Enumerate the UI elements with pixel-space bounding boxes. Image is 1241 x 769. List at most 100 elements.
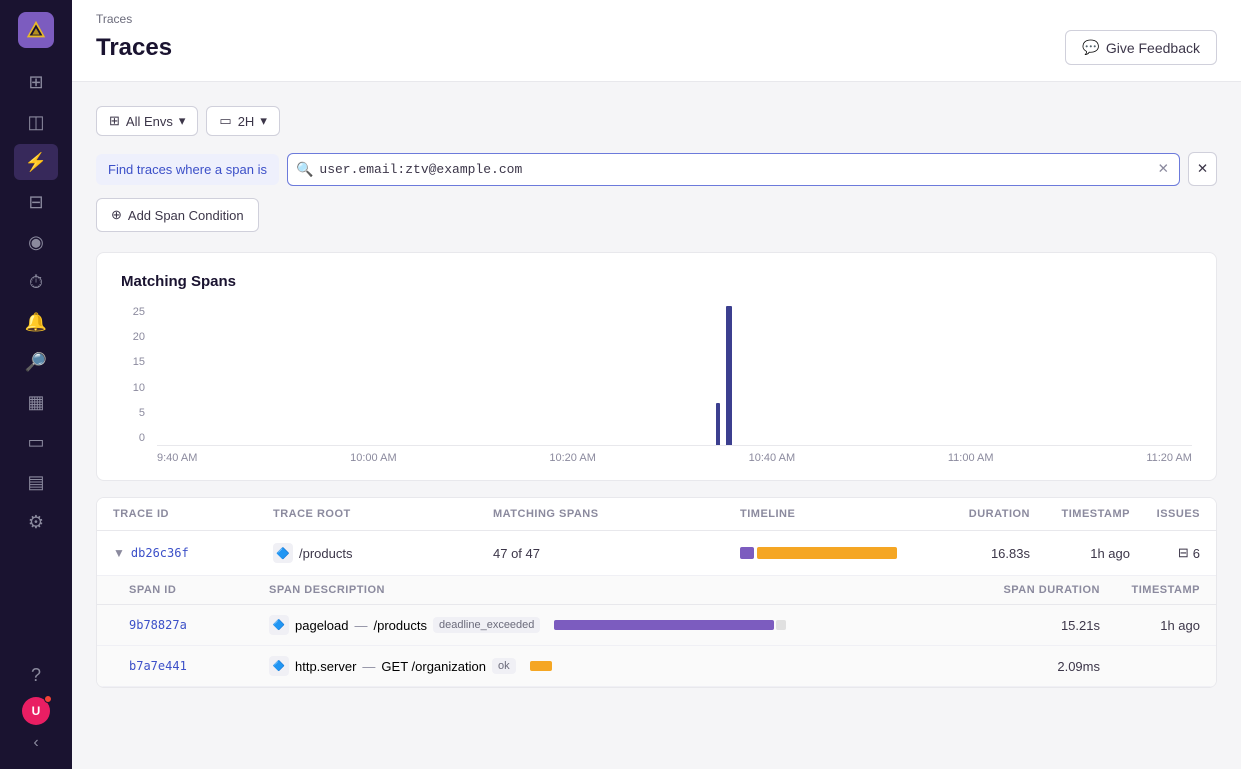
chart-bar-spike [726, 306, 732, 445]
table-header: TRACE ID TRACE ROOT MATCHING SPANS TIMEL… [97, 498, 1216, 531]
span-row: 9b78827a 🔷 pageload — /products deadline… [97, 605, 1216, 646]
avatar-badge [44, 695, 52, 703]
span-root-icon: 🔷 [269, 615, 289, 635]
search-row: Find traces where a span is 🔍 ✕ ✕ [96, 152, 1217, 186]
col-timeline: TIMELINE [740, 508, 940, 520]
search-label: Find traces where a span is [96, 154, 279, 185]
add-span-condition-button[interactable]: ⊕ Add Span Condition [96, 198, 259, 232]
col-trace-root: TRACE ROOT [273, 508, 493, 520]
header-row: Traces 💬 Give Feedback [96, 30, 1217, 65]
y-label-25: 25 [133, 306, 145, 318]
y-label-10: 10 [133, 382, 145, 394]
chevron-down-icon[interactable]: ▼ [113, 546, 125, 560]
search-close-button[interactable]: ✕ [1188, 152, 1217, 186]
sidebar-item-insights[interactable]: 🔎 [14, 344, 58, 380]
issues-icon: ⊟ [1178, 545, 1189, 561]
chart-y-axis: 25 20 15 10 5 0 [121, 306, 145, 464]
span-type: pageload [295, 618, 349, 633]
sidebar-item-settings[interactable]: ⚙ [14, 504, 58, 540]
span-type: http.server [295, 659, 356, 674]
content-area: ⊞ All Envs ▾ ▭ 2H ▾ Find traces where a … [72, 82, 1241, 769]
trace-root-name: /products [299, 546, 352, 561]
col-issues: ISSUES [1130, 508, 1200, 520]
search-input[interactable] [319, 154, 1149, 185]
feedback-label: Give Feedback [1106, 40, 1200, 56]
span-col-timestamp: TIMESTAMP [1100, 584, 1200, 596]
span-timestamp-cell: 1h ago [1100, 618, 1200, 633]
add-condition-label: Add Span Condition [128, 208, 244, 223]
logo[interactable] [18, 12, 54, 48]
span-col-duration: SPAN DURATION [980, 584, 1100, 596]
search-clear-button[interactable]: ✕ [1156, 159, 1171, 179]
chevron-down-icon: ▾ [179, 113, 186, 129]
sidebar-item-performance[interactable]: ⊟ [14, 184, 58, 220]
span-sep: — [355, 618, 368, 633]
trace-id-cell: ▼ db26c36f [113, 546, 273, 560]
env-filter-button[interactable]: ⊞ All Envs ▾ [96, 106, 198, 136]
span-id-link[interactable]: b7a7e441 [129, 659, 269, 673]
search-input-wrapper: 🔍 ✕ [287, 153, 1180, 186]
col-duration: DURATION [940, 508, 1030, 520]
x-label-1040: 10:40 AM [749, 452, 795, 464]
sidebar-item-releases[interactable]: ⏱ [14, 264, 58, 300]
span-col-desc: SPAN DESCRIPTION [269, 584, 980, 596]
duration-cell: 16.83s [940, 546, 1030, 561]
span-row: b7a7e441 🔷 http.server — GET /organizati… [97, 646, 1216, 687]
span-duration-cell: 2.09ms [980, 659, 1100, 674]
span-timeline-bar-2 [530, 661, 552, 671]
y-label-0: 0 [139, 432, 145, 444]
span-col-id: SPAN ID [129, 584, 269, 596]
chart-x-axis: 9:40 AM 10:00 AM 10:20 AM 10:40 AM 11:00… [157, 446, 1192, 464]
x-label-1020: 10:20 AM [549, 452, 595, 464]
y-label-5: 5 [139, 407, 145, 419]
chevron-down-icon: ▾ [260, 113, 267, 129]
sidebar: ⊞ ◫ ⚡ ⊟ ◉ ⏱ 🔔 🔎 ▦ ▭ ▤ ⚙ ? U ‹ [0, 0, 72, 769]
issues-cell: ⊟ 6 [1130, 545, 1200, 561]
plus-circle-icon: ⊕ [111, 207, 122, 223]
col-matching-spans: MATCHING SPANS [493, 508, 740, 520]
span-path: /products [374, 618, 427, 633]
sidebar-item-discover[interactable]: ◉ [14, 224, 58, 260]
chart-title: Matching Spans [121, 273, 1192, 290]
span-duration-cell: 15.21s [980, 618, 1100, 633]
span-tag: ok [492, 658, 516, 674]
sidebar-item-help[interactable]: ? [14, 657, 58, 693]
main-content: Traces Traces 💬 Give Feedback ⊞ All Envs… [72, 0, 1241, 769]
span-path: GET /organization [381, 659, 486, 674]
sidebar-item-alerts[interactable]: 🔔 [14, 304, 58, 340]
sidebar-item-storage[interactable]: ▭ [14, 424, 58, 460]
sidebar-item-metrics[interactable]: ▤ [14, 464, 58, 500]
filter-bar: ⊞ All Envs ▾ ▭ 2H ▾ [96, 106, 1217, 136]
avatar[interactable]: U [22, 697, 50, 725]
page-title: Traces [96, 34, 172, 62]
traces-table: TRACE ID TRACE ROOT MATCHING SPANS TIMEL… [96, 497, 1217, 688]
trace-id-link[interactable]: db26c36f [131, 546, 189, 560]
sidebar-collapse-button[interactable]: ‹ [14, 729, 58, 757]
timeline-bar-main [757, 547, 897, 559]
sidebar-item-projects[interactable]: ◫ [14, 104, 58, 140]
time-filter-button[interactable]: ▭ 2H ▾ [206, 106, 279, 136]
chart-area: 25 20 15 10 5 0 9:40 AM [121, 306, 1192, 464]
chart-bar-small [716, 403, 720, 445]
span-sub-header: SPAN ID SPAN DESCRIPTION SPAN DURATION T… [97, 576, 1216, 605]
matching-spans-cell: 47 of 47 [493, 546, 740, 561]
sidebar-item-dashboard[interactable]: ⊞ [14, 64, 58, 100]
time-label: 2H [238, 114, 255, 129]
expanded-span-section: SPAN ID SPAN DESCRIPTION SPAN DURATION T… [97, 576, 1216, 687]
trace-root-cell: 🔷 /products [273, 543, 493, 563]
give-feedback-button[interactable]: 💬 Give Feedback [1065, 30, 1217, 65]
span-id-link[interactable]: 9b78827a [129, 618, 269, 632]
breadcrumb: Traces [96, 12, 1217, 26]
chart-main: 9:40 AM 10:00 AM 10:20 AM 10:40 AM 11:00… [157, 306, 1192, 464]
x-label-1120: 11:20 AM [1146, 452, 1192, 464]
sidebar-item-dashboards[interactable]: ▦ [14, 384, 58, 420]
env-label: All Envs [126, 114, 173, 129]
timeline-bar-start [740, 547, 754, 559]
trace-root-icon: 🔷 [273, 543, 293, 563]
span-root-icon: 🔷 [269, 656, 289, 676]
calendar-icon: ▭ [219, 113, 231, 129]
feedback-icon: 💬 [1082, 39, 1099, 56]
issues-count: 6 [1193, 546, 1200, 561]
timeline-cell [740, 547, 940, 559]
sidebar-item-traces[interactable]: ⚡ [14, 144, 58, 180]
